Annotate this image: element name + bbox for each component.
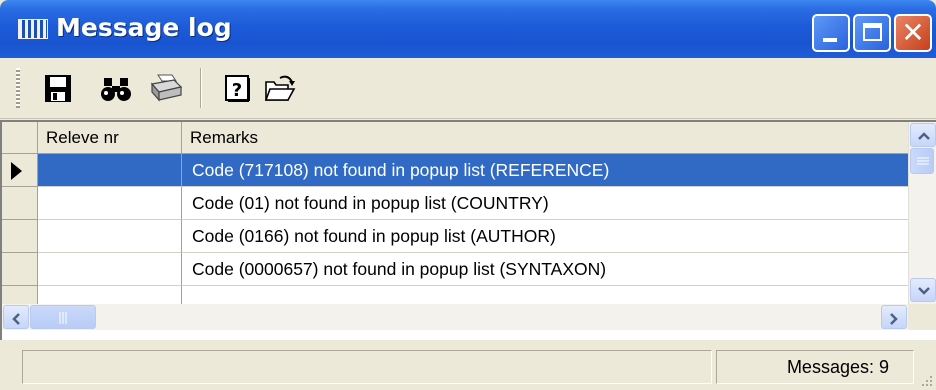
horizontal-scrollbar[interactable]: [2, 304, 908, 330]
scroll-down-button[interactable]: [910, 278, 936, 302]
current-row-arrow-icon: [11, 162, 22, 180]
column-header-remarks[interactable]: Remarks: [182, 122, 908, 154]
row-indicator[interactable]: [2, 220, 38, 253]
vertical-scroll-thumb[interactable]: [910, 148, 934, 174]
status-bar: Messages: 9: [0, 348, 936, 390]
title-bar[interactable]: Message log ✕: [0, 0, 936, 58]
print-button[interactable]: [148, 72, 184, 106]
row-indicator[interactable]: [2, 253, 38, 286]
releve-nr-cell[interactable]: [38, 220, 182, 253]
status-message-count: Messages: 9: [716, 350, 914, 384]
open-button[interactable]: [262, 72, 298, 106]
scrollbar-corner: [908, 304, 936, 330]
releve-nr-cell[interactable]: [38, 187, 182, 220]
row-indicator[interactable]: [2, 187, 38, 220]
save-button[interactable]: [40, 72, 76, 106]
maximize-button[interactable]: [853, 14, 891, 52]
printer-icon: [150, 74, 183, 102]
status-panel-main: [22, 350, 712, 384]
help-button[interactable]: ?: [220, 72, 256, 106]
close-button[interactable]: ✕: [894, 14, 932, 52]
scroll-right-button[interactable]: [881, 305, 907, 329]
open-folder-icon: [264, 75, 296, 101]
chevron-up-icon: [918, 132, 930, 140]
thumb-grip-icon: [917, 157, 929, 165]
remarks-cell[interactable]: Code (0000657) not found in popup list (…: [182, 253, 908, 286]
toolbar-separator: [200, 68, 202, 108]
remarks-cell[interactable]: Code (717108) not found in popup list (R…: [182, 154, 908, 187]
minimize-button[interactable]: [812, 14, 850, 52]
chevron-down-icon: [918, 287, 930, 295]
table-row[interactable]: Code (0166) not found in popup list (AUT…: [2, 220, 908, 253]
vertical-scrollbar[interactable]: [908, 122, 936, 304]
resize-grip-icon[interactable]: [918, 372, 934, 388]
minimize-icon: [823, 38, 837, 42]
maximize-icon: [863, 23, 882, 41]
scroll-left-button[interactable]: [3, 305, 29, 329]
remarks-cell[interactable]: Code (01) not found in popup list (COUNT…: [182, 187, 908, 220]
find-button[interactable]: [98, 72, 134, 106]
remarks-cell[interactable]: Code (0166) not found in popup list (AUT…: [182, 220, 908, 253]
row-indicator-header: [2, 122, 38, 154]
svg-text:?: ?: [232, 80, 242, 101]
row-indicator[interactable]: [2, 154, 38, 187]
close-icon: ✕: [901, 16, 925, 49]
table-row[interactable]: Code (01) not found in popup list (COUNT…: [2, 187, 908, 220]
toolbar-grip[interactable]: [16, 68, 20, 108]
toolbar: ?: [0, 58, 936, 119]
table-row[interactable]: Code (0000657) not found in popup list (…: [2, 253, 908, 286]
help-icon: ?: [225, 75, 250, 102]
empty-cell: [38, 286, 182, 304]
horizontal-scroll-thumb[interactable]: [30, 305, 96, 329]
chevron-left-icon: [12, 313, 20, 325]
app-icon: [18, 19, 48, 39]
binoculars-icon: [101, 78, 131, 101]
table-row[interactable]: Code (717108) not found in popup list (R…: [2, 154, 908, 187]
message-log-window: Message log ✕ ? Releve nr Remarks Code (…: [0, 0, 936, 390]
releve-nr-cell[interactable]: [38, 253, 182, 286]
scroll-up-button[interactable]: [910, 123, 936, 147]
thumb-grip-icon: [59, 312, 67, 324]
releve-nr-cell[interactable]: [38, 154, 182, 187]
message-grid[interactable]: Releve nr Remarks Code (717108) not foun…: [0, 120, 936, 340]
chevron-right-icon: [890, 313, 898, 325]
empty-row-area: [2, 286, 908, 304]
window-title: Message log: [56, 13, 232, 42]
column-header-releve-nr[interactable]: Releve nr: [38, 122, 182, 154]
save-icon: [45, 75, 71, 102]
row-indicator: [2, 286, 38, 304]
